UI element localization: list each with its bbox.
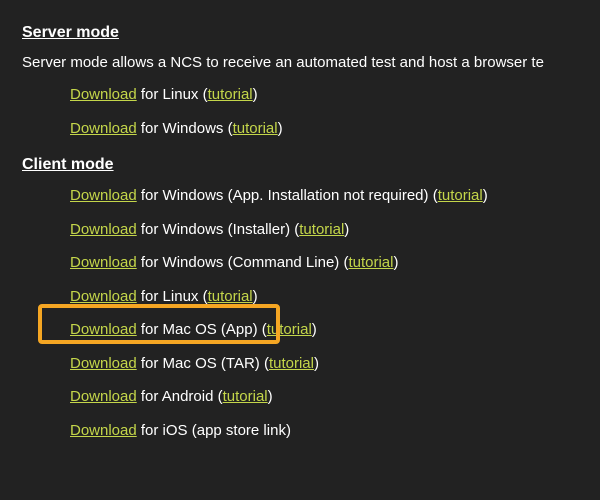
server-downloads-list: Download for Linux (tutorial) Download f… [22, 85, 578, 138]
tutorial-link[interactable]: tutorial [299, 221, 344, 238]
tutorial-link[interactable]: tutorial [233, 120, 278, 137]
list-item: Download for Linux (tutorial) [70, 85, 578, 105]
list-item: Download for Windows (tutorial) [70, 119, 578, 139]
tutorial-link[interactable]: tutorial [269, 355, 314, 372]
platform-text: for Android ( [137, 388, 223, 405]
close-paren: ) [344, 221, 349, 238]
close-paren: ) [278, 120, 283, 137]
close-paren: ) [314, 355, 319, 372]
close-paren: ) [312, 321, 317, 338]
download-link[interactable]: Download [70, 288, 137, 305]
platform-text: for Mac OS (App) ( [137, 321, 267, 338]
list-item: Download for Windows (Installer) (tutori… [70, 220, 578, 240]
download-link[interactable]: Download [70, 187, 137, 204]
list-item: Download for Android (tutorial) [70, 387, 578, 407]
page-container: Server mode Server mode allows a NCS to … [0, 0, 600, 500]
download-link[interactable]: Download [70, 254, 137, 271]
list-item: Download for iOS (app store link) [70, 421, 578, 441]
download-link[interactable]: Download [70, 422, 137, 439]
list-item: Download for Linux (tutorial) [70, 287, 578, 307]
server-mode-heading: Server mode [22, 24, 578, 42]
tutorial-link[interactable]: tutorial [208, 86, 253, 103]
list-item: Download for Windows (App. Installation … [70, 186, 578, 206]
platform-text: for Windows (Command Line) ( [137, 254, 349, 271]
close-paren: ) [393, 254, 398, 271]
download-link[interactable]: Download [70, 86, 137, 103]
platform-text: for Mac OS (TAR) ( [137, 355, 269, 372]
download-link[interactable]: Download [70, 388, 137, 405]
list-item: Download for Mac OS (TAR) (tutorial) [70, 354, 578, 374]
close-paren: ) [483, 187, 488, 204]
tutorial-link[interactable]: tutorial [438, 187, 483, 204]
platform-text: for Windows (Installer) ( [137, 221, 300, 238]
download-link[interactable]: Download [70, 221, 137, 238]
tutorial-link[interactable]: tutorial [208, 288, 253, 305]
platform-text: for Linux ( [137, 86, 208, 103]
client-downloads-list: Download for Windows (App. Installation … [22, 186, 578, 440]
platform-text: for iOS (app store link) [137, 422, 291, 439]
close-paren: ) [253, 86, 258, 103]
platform-text: for Windows ( [137, 120, 233, 137]
tutorial-link[interactable]: tutorial [223, 388, 268, 405]
tutorial-link[interactable]: tutorial [267, 321, 312, 338]
platform-text: for Windows (App. Installation not requi… [137, 187, 438, 204]
download-link[interactable]: Download [70, 321, 137, 338]
server-mode-description: Server mode allows a NCS to receive an a… [22, 54, 578, 71]
tutorial-link[interactable]: tutorial [348, 254, 393, 271]
list-item: Download for Windows (Command Line) (tut… [70, 253, 578, 273]
platform-text: for Linux ( [137, 288, 208, 305]
close-paren: ) [268, 388, 273, 405]
list-item: Download for Mac OS (App) (tutorial) [70, 320, 578, 340]
client-mode-heading: Client mode [22, 156, 578, 174]
close-paren: ) [253, 288, 258, 305]
page-content: Server mode Server mode allows a NCS to … [0, 0, 600, 476]
download-link[interactable]: Download [70, 355, 137, 372]
download-link[interactable]: Download [70, 120, 137, 137]
